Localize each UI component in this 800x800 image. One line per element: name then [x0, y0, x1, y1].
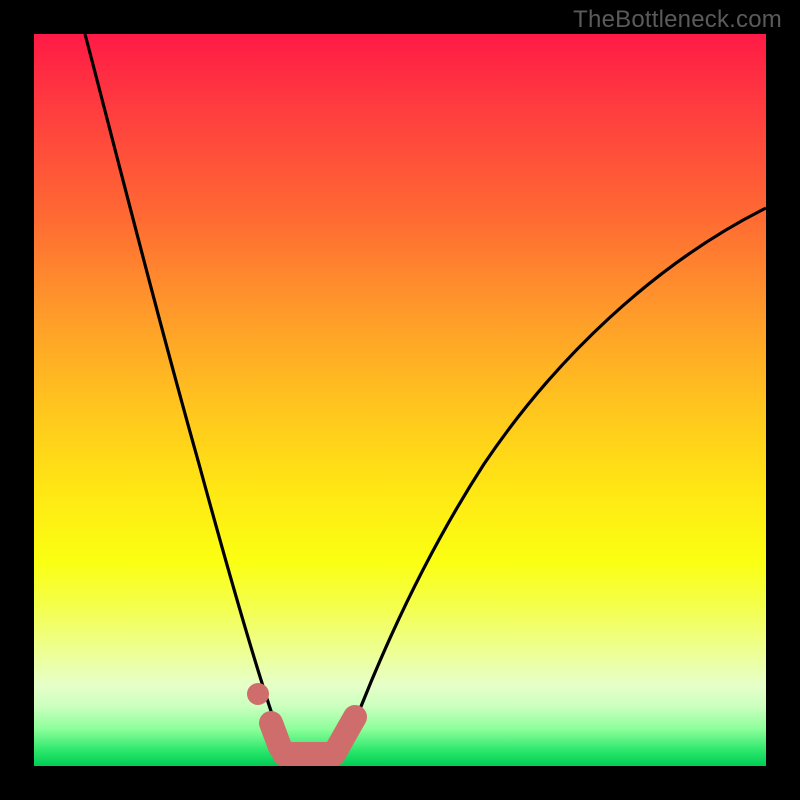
watermark-text: TheBottleneck.com [573, 6, 782, 34]
chart-svg [34, 34, 766, 766]
chart-frame: TheBottleneck.com [0, 0, 800, 800]
bottleneck-curve [85, 34, 766, 761]
marker-segment-right [334, 717, 355, 754]
chart-plot-area [34, 34, 766, 766]
marker-dot [247, 683, 269, 705]
